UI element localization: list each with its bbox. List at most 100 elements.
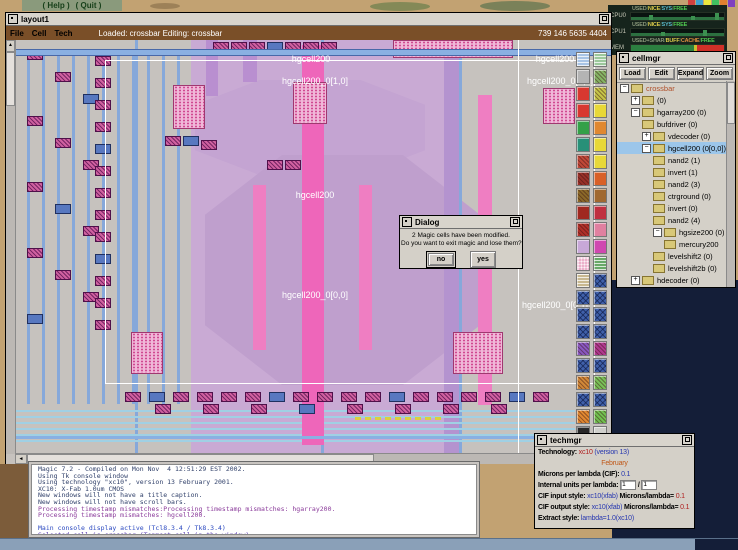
units-entry-2[interactable]: 1 (641, 480, 657, 490)
menu-file[interactable]: File (10, 29, 24, 38)
layer-swatch[interactable] (593, 392, 607, 407)
tree-item-invert-1[interactable]: invert (1) (617, 166, 727, 178)
layer-swatch[interactable] (576, 120, 590, 135)
layer-swatch[interactable] (593, 171, 607, 186)
layer-swatch[interactable] (593, 137, 607, 152)
layer-swatch[interactable] (576, 307, 590, 322)
expand-button[interactable]: Expand (677, 67, 704, 80)
layer-swatch[interactable] (593, 273, 607, 288)
expand-icon[interactable]: + (631, 96, 640, 105)
layer-swatch[interactable] (593, 324, 607, 339)
expand-icon[interactable]: + (631, 276, 640, 285)
layer-swatch[interactable] (593, 307, 607, 322)
tree-item-nand2-3[interactable]: nand2 (3) (617, 178, 727, 190)
cellmgr-titlebar[interactable]: cellmgr (617, 52, 735, 65)
layer-swatch[interactable] (593, 222, 607, 237)
zoom-button[interactable]: Zoom (706, 67, 733, 80)
layer-swatch[interactable] (593, 358, 607, 373)
tree-item-nand2-1[interactable]: nand2 (1) (617, 154, 727, 166)
collapse-icon[interactable]: − (631, 108, 640, 117)
tree-item-crossbar[interactable]: −crossbar (617, 82, 727, 94)
tree-item-vdecoder-0[interactable]: +vdecoder (0) (617, 130, 727, 142)
vertical-scrollbar[interactable]: ▲ (6, 40, 16, 454)
layer-swatch[interactable] (593, 375, 607, 390)
cif-input-label: CIF input style: (538, 493, 585, 500)
layer-swatch[interactable] (576, 239, 590, 254)
resize-corner-icon[interactable] (723, 53, 733, 63)
layer-swatch[interactable] (576, 358, 590, 373)
menu-cell[interactable]: Cell (32, 29, 47, 38)
iconify-icon[interactable] (537, 435, 547, 445)
layer-swatch[interactable] (593, 341, 607, 356)
cpu0-graph (630, 12, 725, 21)
tree-scrollbar[interactable] (726, 81, 735, 287)
layer-swatch[interactable] (593, 69, 607, 84)
layer-swatch[interactable] (593, 120, 607, 135)
console-window[interactable]: Magic 7.2 - Compiled on Mon Nov 4 12:51:… (28, 461, 480, 538)
layer-swatch[interactable] (576, 256, 590, 271)
iconify-icon[interactable] (402, 217, 412, 227)
iconify-icon[interactable] (8, 14, 18, 24)
tree-item-hgcell200-0-0-0[interactable]: −hgcell200 (0[0,0]) (617, 142, 727, 154)
collapse-icon[interactable]: − (653, 228, 662, 237)
tree-item-mercury200[interactable]: mercury200 (617, 238, 727, 250)
collapse-icon[interactable]: − (620, 84, 629, 93)
tree-item-levelshift2-0[interactable]: levelshift2 (0) (617, 250, 727, 262)
layer-swatch[interactable] (593, 52, 607, 67)
layer-swatch[interactable] (576, 52, 590, 67)
dialog-titlebar[interactable]: Dialog (400, 216, 522, 229)
layer-swatch[interactable] (593, 86, 607, 101)
layer-swatch[interactable] (593, 188, 607, 203)
no-button[interactable]: no (428, 253, 454, 266)
tree-item-levelshift2b-0[interactable]: levelshift2b (0) (617, 262, 727, 274)
units-entry-1[interactable]: 1 (620, 480, 636, 490)
layer-swatch[interactable] (593, 154, 607, 169)
tree-item-hgarray200-0[interactable]: −hgarray200 (0) (617, 106, 727, 118)
layer-swatch[interactable] (593, 290, 607, 305)
tree-item-invert-0[interactable]: invert (0) (617, 202, 727, 214)
techmgr-titlebar[interactable]: techmgr (535, 434, 694, 447)
layer-swatch[interactable] (576, 290, 590, 305)
layer-swatch[interactable] (576, 205, 590, 220)
layer-swatch[interactable] (576, 69, 590, 84)
tree-item-ctrground-0[interactable]: ctrground (0) (617, 190, 727, 202)
load-button[interactable]: Load (619, 67, 646, 80)
tree-item-hdecoder-0[interactable]: +hdecoder (0) (617, 274, 727, 286)
layer-swatch[interactable] (593, 103, 607, 118)
layer-swatch[interactable] (576, 341, 590, 356)
collapse-icon[interactable]: − (642, 144, 651, 153)
tree-item-bufdriver-0[interactable]: bufdriver (0) (617, 118, 727, 130)
layer-swatch[interactable] (593, 205, 607, 220)
layer-swatch[interactable] (576, 171, 590, 186)
tree-item-0[interactable]: +(0) (617, 94, 727, 106)
resize-corner-icon[interactable] (682, 435, 692, 445)
layer-swatch[interactable] (593, 239, 607, 254)
layer-swatch[interactable] (576, 273, 590, 288)
expand-icon[interactable]: + (642, 132, 651, 141)
layer-swatch[interactable] (576, 375, 590, 390)
tree-item-hgsize200-0[interactable]: −hgsize200 (0) (617, 226, 727, 238)
resize-corner-icon[interactable] (510, 217, 520, 227)
help-button[interactable]: ( Help ) (43, 1, 70, 10)
layer-swatch[interactable] (576, 103, 590, 118)
quit-button[interactable]: ( Quit ) (76, 1, 102, 10)
yes-button[interactable]: yes (470, 251, 496, 268)
resize-corner-icon[interactable] (599, 14, 609, 24)
taskbar[interactable] (0, 538, 738, 550)
layer-swatch[interactable] (593, 409, 607, 424)
microns-value: 0.1 (621, 471, 630, 478)
layer-swatch[interactable] (576, 324, 590, 339)
layer-swatch[interactable] (576, 222, 590, 237)
layer-swatch[interactable] (593, 256, 607, 271)
layer-swatch[interactable] (576, 137, 590, 152)
layer-swatch[interactable] (576, 409, 590, 424)
layer-swatch[interactable] (576, 154, 590, 169)
layout-titlebar[interactable]: layout1 (6, 13, 611, 26)
iconify-icon[interactable] (619, 53, 629, 63)
layer-swatch[interactable] (576, 86, 590, 101)
tree-item-nand2-4[interactable]: nand2 (4) (617, 214, 727, 226)
layer-swatch[interactable] (576, 392, 590, 407)
edit-button[interactable]: Edit (648, 67, 675, 80)
menu-tech[interactable]: Tech (54, 29, 72, 38)
layer-swatch[interactable] (576, 188, 590, 203)
